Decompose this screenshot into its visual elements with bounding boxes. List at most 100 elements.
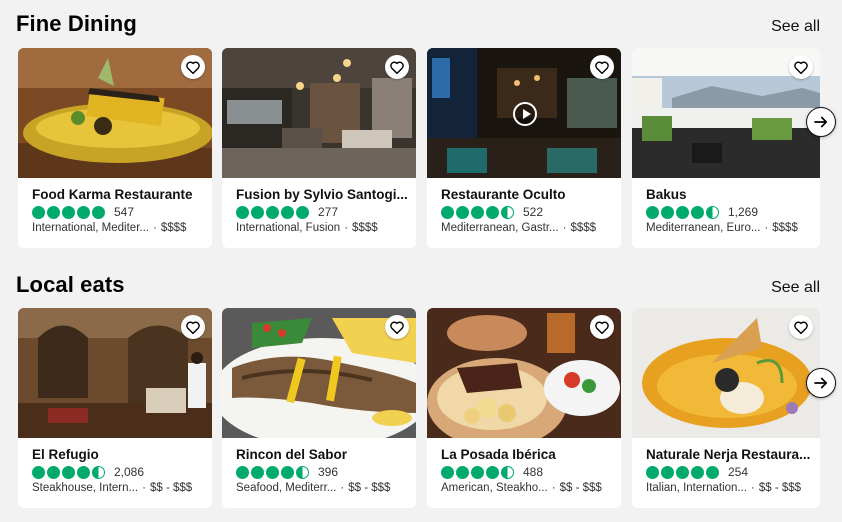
separator: · [340,482,345,494]
separator: · [551,482,556,494]
rating-row: 547 [32,205,134,219]
restaurant-card[interactable]: La Posada Ibérica 488 American, Steakho.… [427,308,621,508]
heart-outline-icon [186,61,200,74]
restaurant-name[interactable]: La Posada Ibérica [441,447,613,462]
restaurant-meta: American, Steakho... · $$ - $$$ [441,482,617,494]
fine-dining-section: Fine Dining See all Food Karma Restauran… [0,0,842,260]
rating-bubble [251,465,264,479]
review-count: 277 [318,205,339,219]
save-favorite-button[interactable] [181,55,205,79]
rating-bubble [92,465,105,479]
save-favorite-button[interactable] [385,315,409,339]
play-icon[interactable] [513,102,537,126]
price-range: $$ - $$$ [559,482,602,494]
heart-outline-icon [390,321,404,334]
cuisine-text: Italian, Internation... [646,482,748,494]
rating-row: 2,086 [32,465,144,479]
price-range: $$ - $$$ [758,482,802,494]
cuisine-text: International, Mediter... [32,222,149,234]
save-favorite-button[interactable] [590,55,614,79]
heart-outline-icon [794,321,808,334]
section-title: Local eats [16,272,125,297]
save-favorite-button[interactable] [590,315,614,339]
rating-bubble [236,205,249,219]
arrow-right-icon [814,116,828,128]
rating-row: 277 [236,205,338,219]
restaurant-name[interactable]: Food Karma Restaurante [32,187,204,202]
restaurant-meta: Seafood, Mediterr... · $$ - $$$ [236,482,412,494]
see-all-link[interactable]: See all [771,279,820,297]
heart-outline-icon [595,321,609,334]
price-range: $$ - $$$ [149,482,193,494]
cuisine-text: Steakhouse, Intern... [32,482,139,494]
next-arrow-button[interactable] [806,368,836,398]
restaurant-meta: Mediterranean, Gastr... · $$$$ [441,222,617,234]
rating-bubble [62,465,75,479]
rating-bubble [441,205,454,219]
restaurant-name[interactable]: El Refugio [32,447,204,462]
rating-bubbles [32,205,105,219]
restaurant-meta: Italian, Internation... · $$ - $$$ [646,482,820,494]
restaurant-card[interactable]: Food Karma Restaurante 547 International… [18,48,212,248]
rating-bubble [32,205,45,219]
price-range: $$$$ [160,222,187,234]
review-count: 1,269 [728,205,759,219]
save-favorite-button[interactable] [385,55,409,79]
save-favorite-button[interactable] [181,315,205,339]
separator: · [562,222,567,234]
restaurant-card[interactable]: Naturale Nerja Restaura... 254 Italian, … [632,308,820,508]
rating-bubble [661,205,674,219]
rating-bubble [236,465,249,479]
price-range: $$ - $$$ [348,482,391,494]
rating-bubble [501,465,514,479]
restaurant-card[interactable]: Restaurante Oculto 522 Mediterranean, Ga… [427,48,621,248]
price-range: $$$$ [352,222,378,234]
restaurant-name[interactable]: Bakus [646,187,818,202]
save-favorite-button[interactable] [789,315,813,339]
restaurant-name[interactable]: Restaurante Oculto [441,187,613,202]
rating-bubble [456,205,469,219]
rating-bubble [47,205,60,219]
review-count: 522 [523,205,544,219]
rating-bubbles [236,205,309,219]
see-all-link[interactable]: See all [771,18,820,36]
rating-bubble [441,465,454,479]
restaurant-card[interactable]: El Refugio 2,086 Steakhouse, Intern... ·… [18,308,212,508]
rating-bubble [691,465,704,479]
rating-bubbles [646,465,719,479]
rating-bubble [456,465,469,479]
rating-row: 254 [646,465,748,479]
rating-bubbles [441,205,514,219]
restaurant-meta: Mediterranean, Euro... · $$$$ [646,222,820,234]
save-favorite-button[interactable] [789,55,813,79]
rating-bubble [281,465,294,479]
restaurant-meta: International, Fusion · $$$$ [236,222,412,234]
rating-bubble [646,205,659,219]
rating-bubble [77,205,90,219]
rating-bubble [296,465,309,479]
review-count: 396 [318,465,339,479]
restaurant-card[interactable]: Fusion by Sylvio Santogi... 277 Internat… [222,48,416,248]
next-arrow-button[interactable] [806,107,836,137]
restaurant-name[interactable]: Naturale Nerja Restaura... [646,447,818,462]
rating-bubble [62,205,75,219]
rating-bubble [486,205,499,219]
rating-bubble [706,205,719,219]
rating-bubble [281,205,294,219]
restaurant-card[interactable]: Rincon del Sabor 396 Seafood, Mediterr..… [222,308,416,508]
rating-bubble [32,465,45,479]
rating-bubbles [32,465,105,479]
restaurant-meta: Steakhouse, Intern... · $$ - $$$ [32,482,208,494]
restaurant-name[interactable]: Rincon del Sabor [236,447,408,462]
section-title: Fine Dining [16,11,137,36]
rating-bubble [501,205,514,219]
restaurant-card[interactable]: Bakus 1,269 Mediterranean, Euro... · $$$… [632,48,820,248]
heart-outline-icon [186,321,200,334]
cuisine-text: American, Steakho... [441,482,548,494]
rating-bubbles [646,205,719,219]
rating-bubble [77,465,90,479]
restaurant-name[interactable]: Fusion by Sylvio Santogi... [236,187,408,202]
rating-bubble [251,205,264,219]
rating-bubble [266,205,279,219]
rating-bubbles [236,465,309,479]
